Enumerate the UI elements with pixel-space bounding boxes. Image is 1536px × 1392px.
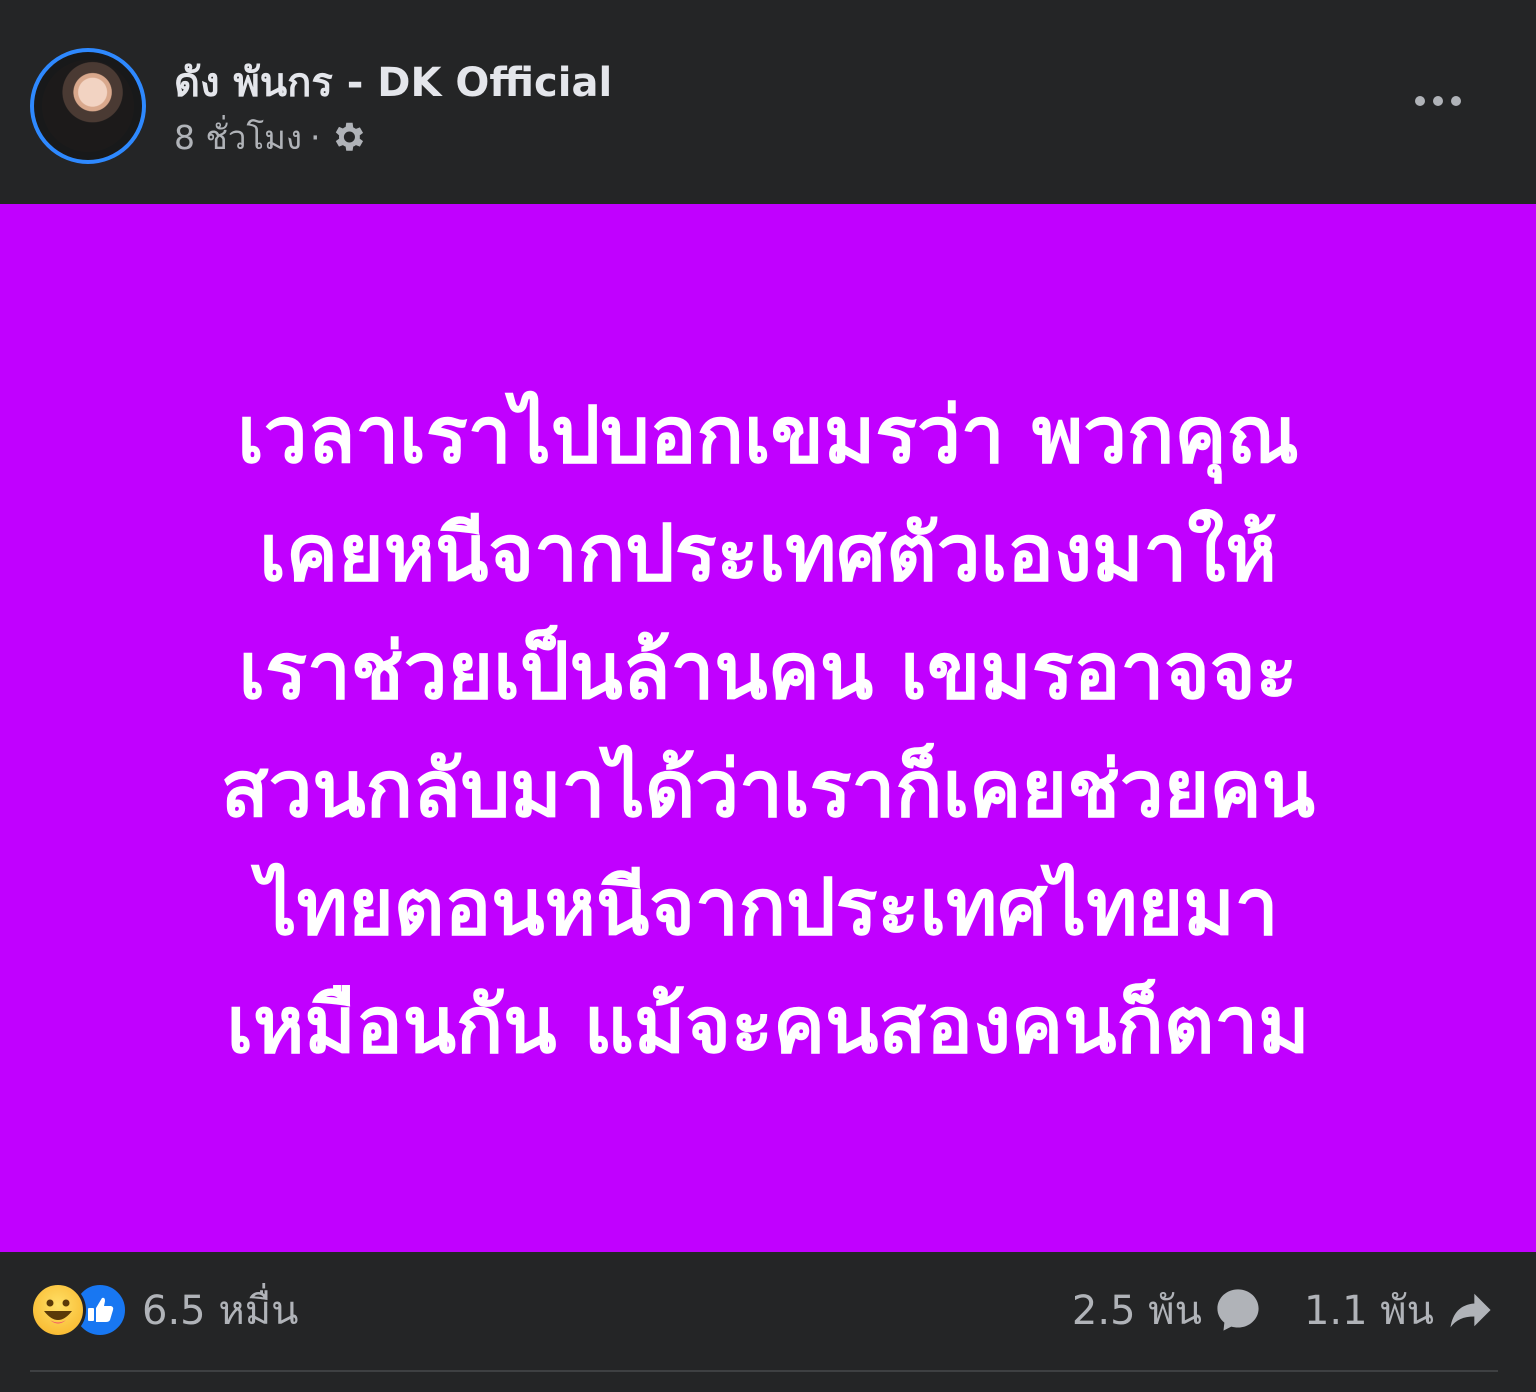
comments-stat[interactable]: 2.5 พัน [1072,1278,1264,1342]
reactions-summary[interactable]: 6.5 หมื่น [30,1280,298,1340]
more-options-icon-dot [1451,96,1461,106]
post-text-line: ไทยตอนหนีจากประเทศไทยมา [257,863,1279,953]
meta-separator: · [310,117,321,157]
post-stats: 2.5 พัน 1.1 พัน [1072,1280,1496,1340]
comment-icon [1212,1284,1264,1336]
facebook-post-card: ดัง พันกร - DK Official 8 ชั่วโมง · เวลา… [0,0,1536,1392]
haha-reaction-icon [30,1282,86,1338]
more-options-icon [1415,96,1425,106]
reactions-count: 6.5 หมื่น [142,1288,299,1334]
share-icon [1444,1284,1496,1336]
post-header: ดัง พันกร - DK Official 8 ชั่วโมง · [0,0,1536,204]
post-text-line: เราช่วยเป็นล้านคน เขมรอาจจะ [238,627,1298,717]
shares-stat[interactable]: 1.1 พัน [1304,1278,1496,1342]
post-text-line: เหมือนกัน แม้จะคนสองคนก็ตาม [226,981,1310,1071]
post-footer: 6.5 หมื่น 2.5 พัน 1.1 พัน [0,1252,1536,1392]
post-text-line: สวนกลับมาได้ว่าเราก็เคยช่วยคน [220,745,1316,835]
shares-count: 1.1 พัน [1303,1288,1434,1334]
more-options-button[interactable] [1396,76,1480,126]
gear-icon[interactable] [329,118,367,156]
footer-divider [30,1370,1498,1372]
post-text-line: เวลาเราไปบอกเขมรว่า พวกคุณ [237,391,1299,481]
post-text: เวลาเราไปบอกเขมรว่า พวกคุณ เคยหนีจากประเ… [68,377,1468,1085]
author-avatar[interactable] [30,48,146,164]
author-name[interactable]: ดัง พันกร - DK Official [174,50,612,114]
more-options-icon-dot [1433,96,1443,106]
post-time[interactable]: 8 ชั่วโมง [174,111,302,164]
avatar-image [42,60,134,152]
post-content[interactable]: เวลาเราไปบอกเขมรว่า พวกคุณ เคยหนีจากประเ… [0,204,1536,1252]
post-meta: 8 ชั่วโมง · [174,112,367,162]
post-text-line: เคยหนีจากประเทศตัวเองมาให้ [259,509,1277,599]
comments-count: 2.5 พัน [1071,1288,1202,1334]
